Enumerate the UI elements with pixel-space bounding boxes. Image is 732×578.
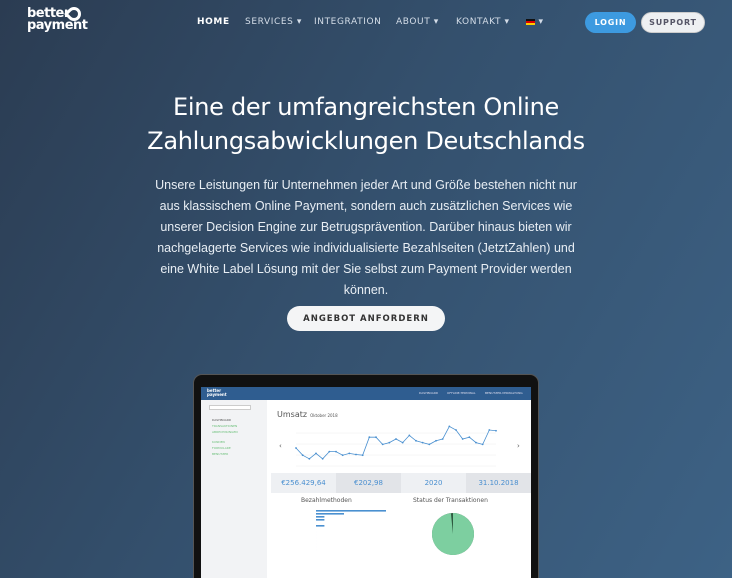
revenue-point <box>395 438 397 440</box>
revenue-point <box>401 441 404 444</box>
revenue-line <box>295 425 497 460</box>
login-button[interactable]: LOGIN <box>585 12 636 33</box>
revenue-point <box>495 429 497 432</box>
revenue-point <box>481 443 484 446</box>
revenue-point <box>308 457 311 460</box>
revenue-line-chart: ‹ › <box>279 425 520 467</box>
laptop-mockup: better payment DASHBOARD OFFLINE-TERMINAL… <box>193 374 539 578</box>
dash-side-item: DASHBOARD <box>212 418 232 422</box>
german-flag-icon <box>526 18 535 25</box>
revenue-point <box>381 443 384 446</box>
kpi-count: 2020 <box>401 473 466 493</box>
kpi-average: €202,98 <box>336 473 401 493</box>
status-title: Status der Transaktionen <box>413 497 488 504</box>
revenue-point <box>461 438 464 440</box>
dashboard-screenshot: better payment DASHBOARD OFFLINE-TERMINAL… <box>201 387 531 578</box>
method-bar <box>316 510 386 512</box>
method-bar <box>316 525 325 527</box>
hero-title: Eine der umfangreichsten Online Zahlungsa… <box>147 93 585 155</box>
kpi-date: 31.10.2018 <box>466 473 531 493</box>
revenue-point <box>488 429 491 431</box>
method-bar <box>316 513 344 515</box>
revenue-point <box>428 443 431 446</box>
nav-language[interactable]: ▾ <box>526 17 544 27</box>
nav-kontakt[interactable]: KONTAKT ▾ <box>456 17 510 27</box>
hero-text: Unsere Leistungen für Unternehmen jeder … <box>155 178 577 297</box>
pie-slice-success <box>432 513 474 555</box>
revenue-point <box>328 450 331 453</box>
kpi-revenue: €256.429,64 <box>271 473 336 493</box>
revenue-point <box>375 436 377 439</box>
revenue-point <box>335 450 337 453</box>
method-bar <box>316 516 325 518</box>
support-button[interactable]: SUPPORT <box>641 12 705 33</box>
dash-tab: DASHBOARD <box>419 391 439 395</box>
revenue-point <box>455 429 457 431</box>
revenue-point <box>368 436 371 439</box>
dash-side-item: TRANSAKTIONEN <box>212 424 238 428</box>
dashboard-search <box>209 405 251 410</box>
revenue-point <box>301 454 304 457</box>
revenue-point <box>315 452 317 455</box>
nav-services[interactable]: SERVICES ▾ <box>245 17 302 27</box>
nav-integration[interactable]: INTEGRATION <box>314 17 381 27</box>
revenue-point <box>415 439 417 442</box>
revenue-point <box>348 452 351 455</box>
request-offer-button[interactable]: ANGEBOT ANFORDERN <box>287 306 445 331</box>
revenue-point <box>341 454 344 457</box>
revenue-point <box>295 447 297 449</box>
dash-side-item: FORMULARE <box>212 446 231 450</box>
kpi-row: €256.429,64 €202,98 2020 31.10.2018 <box>271 473 531 493</box>
dashboard-header: better payment DASHBOARD OFFLINE-TERMINAL… <box>201 387 531 400</box>
dash-tab: OFFLINE-TERMINAL <box>447 391 476 395</box>
revenue-point <box>441 438 444 440</box>
revenue-point <box>361 454 364 457</box>
revenue-point <box>435 439 437 442</box>
revenue-point <box>475 441 477 444</box>
revenue-point <box>408 434 411 437</box>
top-nav: better payment HOME SERVICES ▾ INTEGRATIO… <box>0 0 732 45</box>
dash-side-item: ABRECHNUNGEN <box>212 430 238 434</box>
logo[interactable]: better payment <box>27 4 88 32</box>
chevron-right-icon: › <box>517 442 520 450</box>
revenue-point <box>421 441 424 444</box>
revenue-point <box>448 425 451 428</box>
method-bar <box>316 519 325 521</box>
chevron-left-icon: ‹ <box>279 442 282 450</box>
revenue-point <box>355 453 357 456</box>
methods-title: Bezahlmethoden <box>301 497 352 504</box>
dash-side-item: KUNDEN <box>212 440 225 444</box>
revenue-point <box>388 441 391 444</box>
methods-bar-chart <box>316 510 386 551</box>
dashboard-logo: better payment <box>207 388 227 397</box>
nav-home[interactable]: HOME <box>197 17 230 27</box>
revenue-point <box>468 436 471 439</box>
nav-about[interactable]: ABOUT ▾ <box>396 17 439 27</box>
dashboard-sidebar: DASHBOARD TRANSAKTIONEN ABRECHNUNGEN KUN… <box>201 400 267 578</box>
status-pie-chart <box>432 513 474 555</box>
dash-tab: BENUTZER-VERWALTUNG <box>485 391 523 395</box>
dash-side-item: BENUTZER <box>212 452 229 456</box>
revenue-point <box>321 457 324 460</box>
